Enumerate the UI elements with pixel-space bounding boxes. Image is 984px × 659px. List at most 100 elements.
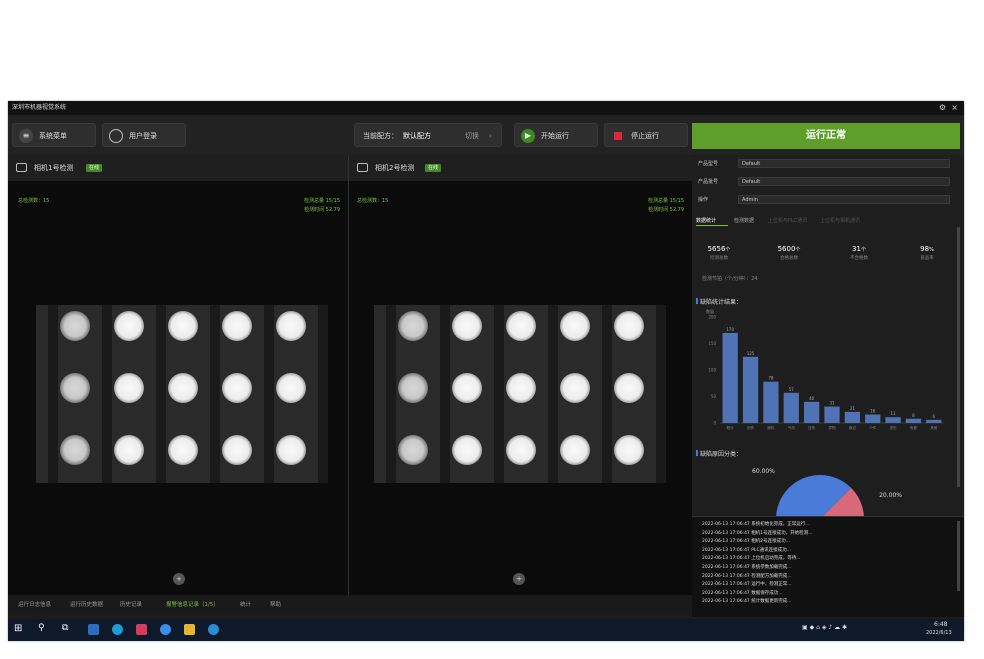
stat-yield: 98% 良品率 [902,245,952,261]
tab-camera-comm[interactable]: 上位机与相机通讯 [820,217,860,224]
windows-start-icon[interactable]: ⊞ [14,623,22,634]
app-icon-1[interactable] [88,624,99,635]
bar-category-label: 压伤 [808,425,816,430]
camera-icon [16,163,27,172]
sample-well [60,435,90,465]
log-line: 2022-06-13 17:06:47 数据保存成功... [702,590,783,596]
pie-slice-label: 60.00% [752,468,775,475]
sample-well [276,435,306,465]
bar-value-label: 11 [891,411,897,416]
zoom-in-icon[interactable]: + [173,573,185,585]
bar-value-label: 78 [768,376,774,381]
bar-category-label: 缺料 [767,425,775,430]
stop-label: 停止运行 [631,132,659,140]
search-icon[interactable]: ⚲ [38,623,45,633]
app-icon-active[interactable] [136,624,147,635]
fixture-strip [102,305,112,483]
tab-run-log[interactable]: 运行日志信息 [18,595,51,615]
folder-icon[interactable] [184,624,195,635]
bar [926,419,942,423]
product-batch-field[interactable]: Default [738,177,950,186]
tab-run-history[interactable]: 运行历史数据 [70,595,103,615]
sample-well [276,373,306,403]
camera-2-image [374,305,666,483]
sample-well [114,435,144,465]
product-model-field[interactable]: Default [738,159,950,168]
bar-y-tick: 0 [713,421,716,426]
recipe-selector[interactable]: 当前配方： 默认配方 切换 › [354,123,502,147]
camera-panel-2: 相机2号检测 在线 总检测数：15 检测总量 15/15 检测时间 52.79 … [349,155,693,595]
tab-data-stats[interactable]: 数据统计 [696,217,716,224]
app-window: 深圳市机器视觉系统 ⚙ × ≡ 系统菜单 用户登录 当前配方： 默认配方 切换 … [8,101,964,641]
bar [742,356,759,423]
stat-fail: 31个 不合格数 [834,245,884,261]
sample-well [614,435,644,465]
sample-well [60,373,90,403]
camera-1-header: 相机1号检测 在线 [8,155,348,181]
camera-2-header: 相机2号检测 在线 [349,155,692,181]
recipe-value: 默认配方 [403,132,431,140]
bar [885,417,901,423]
edge-icon[interactable] [112,624,123,635]
stat-total-key: 检测总数 [710,256,728,261]
sample-well [60,311,90,341]
tab-statistics[interactable]: 统计 [240,595,251,615]
pie-slice-label: 20.00% [879,492,902,499]
bar-value-label: 6 [933,414,936,419]
recipe-prefix: 当前配方： [363,132,398,140]
sample-well [506,373,536,403]
sample-well [114,373,144,403]
stat-total-unit: 个 [725,247,731,253]
system-menu-button[interactable]: ≡ 系统菜单 [12,123,96,147]
app-icon-2[interactable] [208,624,219,635]
stat-pass-value: 5600 [777,245,796,253]
browser-icon[interactable] [160,624,171,635]
start-button[interactable]: ▶ 开始运行 [514,123,598,147]
sample-well [276,311,306,341]
right-panel-scrollbar[interactable] [957,227,960,487]
operator-row: 操作 Admin [698,195,960,205]
sample-well [398,435,428,465]
close-icon[interactable]: × [951,101,958,115]
sample-well [452,311,482,341]
sample-well [614,311,644,341]
camera-2-status-badge: 在线 [425,164,442,172]
product-batch-row: 产品批号 Default [698,177,960,187]
stat-pass-key: 合格总数 [780,256,798,261]
bar-value-label: 40 [809,396,815,401]
taskbar: ⊞ ⚲ ⧉ ▣ ◆ ⌂ ◈ ♪ ☁ ✱ 6:48 2022/6/13 [8,619,964,641]
tab-alarm-records[interactable]: 报警信息记录（1/5） [166,595,219,615]
fixture-strip [264,305,274,483]
tab-inspection-data[interactable]: 检测数据 [734,217,754,224]
tab-plc-comm[interactable]: 上位机与PLC通讯 [768,217,807,224]
bar [722,332,738,423]
bar-category-label: 变形 [890,425,897,430]
system-tray-icons[interactable]: ▣ ◆ ⌂ ◈ ♪ ☁ ✱ [802,624,847,631]
log-scrollbar[interactable] [957,521,960,591]
cycle-rate: 检测节拍（个/分钟）：24 [702,276,758,282]
user-login-button[interactable]: 用户登录 [102,123,186,147]
operator-label: 操作 [698,197,709,203]
bar-category-label: 少件 [869,425,877,430]
pie-chart-title: 缺陷原因分类： [695,450,743,458]
tab-help[interactable]: 帮助 [270,595,281,615]
menu-icon: ≡ [19,129,33,143]
stop-button[interactable]: 停止运行 [604,123,688,147]
user-login-label: 用户登录 [129,132,157,140]
tab-history[interactable]: 历史记录 [120,595,142,615]
operator-field[interactable]: Admin [738,195,950,204]
bar-y-axis-label: 数量 [706,308,714,314]
settings-icon[interactable]: ⚙ [939,101,946,115]
start-label: 开始运行 [541,132,569,140]
toolbar: ≡ 系统菜单 用户登录 当前配方： 默认配方 切换 › ▶ 开始运行 停止运行 … [8,115,964,155]
system-menu-label: 系统菜单 [39,132,67,140]
task-view-icon[interactable]: ⧉ [62,623,68,633]
camera-1-stat-1: 检测总量 15/15 [304,198,340,204]
defect-pie-chart: 60.00% 20.00% [752,468,902,517]
user-icon [109,129,123,143]
fixture-strip [656,305,666,483]
log-line: 2022-06-13 17:06:47 运行中，检测正常... [702,582,792,588]
bottom-tab-bar: 运行日志信息 运行历史数据 历史记录 报警信息记录（1/5） 统计 帮助 [8,595,692,615]
zoom-in-icon[interactable]: + [513,573,525,585]
bar-value-label: 170 [726,327,734,332]
